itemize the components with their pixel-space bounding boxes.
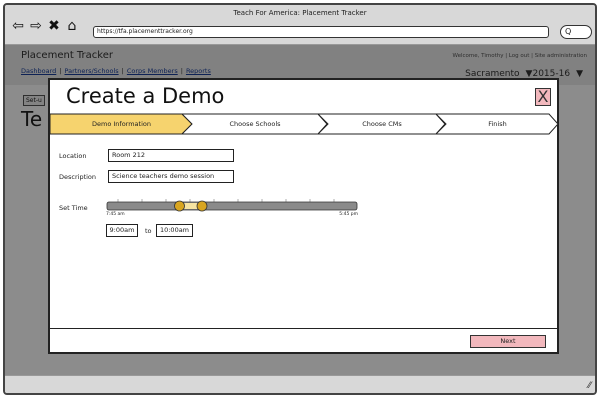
step-label: Finish (488, 120, 507, 128)
location-field[interactable]: Room 212 (108, 149, 234, 162)
description-label: Description (59, 173, 97, 181)
wizard-steps: Demo Information Choose Schools Choose C… (50, 113, 561, 135)
forward-arrow-icon[interactable]: ⇨ (29, 19, 43, 33)
back-arrow-icon[interactable]: ⇦ (11, 19, 25, 33)
step-finish[interactable]: Finish (436, 113, 559, 135)
step-label: Choose Schools (229, 120, 281, 128)
slider-min-label: 7:45 am (106, 212, 125, 217)
time-range-slider[interactable]: 7:45 am 5:45 pm (106, 199, 358, 221)
browser-nav: ⇦ ⇨ ✖ ⌂ (11, 19, 79, 33)
to-label: to (145, 227, 152, 235)
url-bar[interactable]: https://tfa.placementtracker.org (93, 26, 549, 38)
step-choose-cms[interactable]: Choose CMs (318, 113, 446, 135)
description-field[interactable]: Science teachers demo session (108, 170, 234, 183)
end-time-field[interactable]: 10:00am (156, 224, 193, 237)
step-choose-schools[interactable]: Choose Schools (182, 113, 328, 135)
browser-statusbar: ⁄⁄ (5, 375, 595, 393)
modal-footer-divider (50, 328, 557, 329)
start-time-field[interactable]: 9:00am (106, 224, 138, 237)
slider-track (106, 201, 358, 211)
slider-max-label: 5:45 pm (339, 212, 358, 217)
step-label: Choose CMs (362, 120, 402, 128)
close-icon[interactable]: X (535, 88, 551, 106)
browser-titlebar: Teach For America: Placement Tracker ⇦ ⇨… (5, 5, 595, 45)
home-icon[interactable]: ⌂ (65, 19, 79, 33)
slider-graphic (106, 199, 358, 212)
search-box[interactable]: Q (560, 25, 592, 39)
set-time-label: Set Time (59, 204, 88, 212)
location-label: Location (59, 152, 87, 160)
create-demo-modal: Create a Demo X Demo Information Choose … (48, 78, 559, 354)
resize-grip-icon[interactable]: ⁄⁄ (588, 381, 591, 391)
close-x-icon[interactable]: ✖ (47, 19, 61, 33)
browser-window: Teach For America: Placement Tracker ⇦ ⇨… (3, 3, 597, 395)
next-button[interactable]: Next (470, 335, 546, 348)
window-title: Teach For America: Placement Tracker (233, 9, 367, 17)
modal-title: Create a Demo (66, 84, 225, 108)
slider-handle-start (174, 200, 185, 212)
slider-handle-end (196, 200, 208, 212)
step-demo-information[interactable]: Demo Information (50, 113, 193, 135)
search-icon: Q (565, 27, 572, 36)
step-label: Demo Information (91, 120, 151, 128)
